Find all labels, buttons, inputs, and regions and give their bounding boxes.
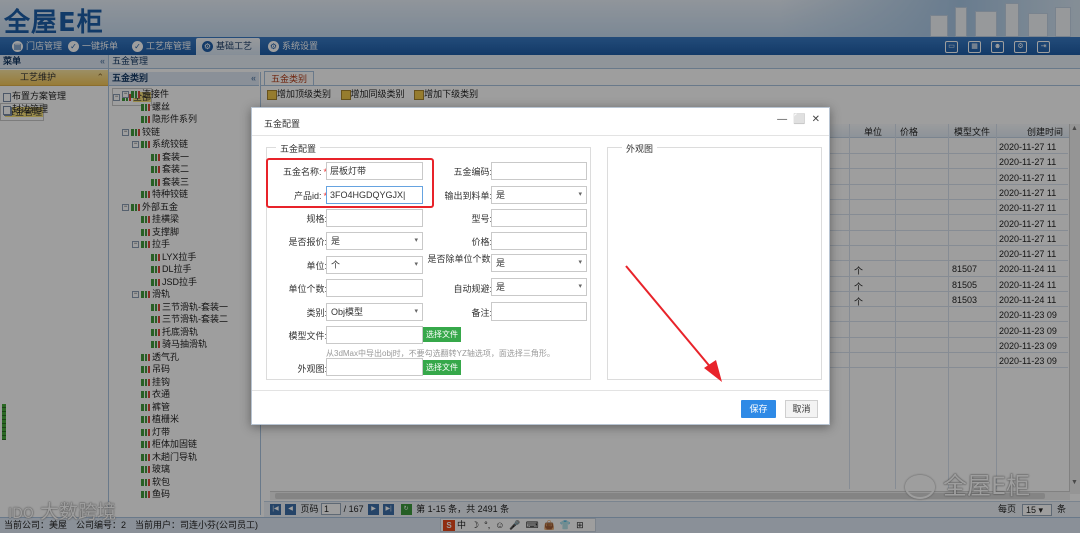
divide-unit-select[interactable]: 是 ▾ <box>491 254 587 272</box>
select-value: 是 <box>496 258 506 268</box>
close-icon[interactable]: ✕ <box>812 114 820 125</box>
select-value: 是 <box>331 236 341 246</box>
code-label: 五金编码: <box>453 167 492 177</box>
quote-label: 是否报价: <box>288 237 327 247</box>
code-input[interactable] <box>491 162 587 180</box>
output-label: 输出到料单: <box>444 191 492 201</box>
choose-model-file-button[interactable]: 选择文件 <box>423 327 461 342</box>
appearance-fieldset: 外观图 <box>607 142 822 380</box>
select-value: Obj模型 <box>331 307 364 317</box>
spec-label: 规格: <box>306 214 327 224</box>
save-button[interactable]: 保存 <box>741 400 776 418</box>
divide-unit-label: 是否除单位个数: <box>427 254 493 264</box>
chevron-down-icon: ▾ <box>414 308 418 315</box>
auto-avoid-select[interactable]: 是 ▾ <box>491 278 587 296</box>
price-input[interactable] <box>491 232 587 250</box>
hardware-config-dialog: 五金配置 —⬜✕ 五金配置 五金名称:* 层板灯带 五金编码: 产品id:* 3… <box>251 107 830 425</box>
model-input[interactable] <box>491 209 587 227</box>
dialog-controls: — ⬜ ✕ <box>771 114 820 125</box>
unit-label: 单位: <box>306 261 327 271</box>
type-label: 类别: <box>306 308 327 318</box>
select-value: 个 <box>331 260 341 270</box>
cancel-button[interactable]: 取消 <box>785 400 818 418</box>
select-value: 是 <box>496 190 506 200</box>
chevron-down-icon: ▾ <box>414 261 418 268</box>
fieldset-legend: 五金配置 <box>276 142 321 155</box>
unit-count-input[interactable] <box>326 279 423 297</box>
highlight-annotation <box>266 158 434 208</box>
quote-select[interactable]: 是 ▾ <box>326 232 423 250</box>
remark-textarea[interactable] <box>491 302 587 321</box>
price-label: 价格: <box>471 237 492 247</box>
chevron-down-icon: ▾ <box>414 237 418 244</box>
dialog-title: 五金配置 <box>264 119 301 129</box>
output-select[interactable]: 是 ▾ <box>491 186 587 204</box>
chevron-down-icon: ▾ <box>578 259 582 266</box>
appearance-label: 外观图: <box>297 364 327 374</box>
unit-count-label: 单位个数: <box>288 284 327 294</box>
maximize-icon[interactable]: ⬜ <box>793 114 805 125</box>
model-file-input[interactable] <box>326 326 423 344</box>
auto-avoid-label: 自动规避: <box>453 284 492 294</box>
divider <box>252 135 829 136</box>
select-value: 是 <box>496 282 506 292</box>
model-label: 型号: <box>471 214 492 224</box>
unit-select[interactable]: 个 ▾ <box>326 256 423 274</box>
divider <box>252 390 829 391</box>
choose-appearance-button[interactable]: 选择文件 <box>423 360 461 375</box>
chevron-down-icon: ▾ <box>578 283 582 290</box>
chevron-down-icon: ▾ <box>578 191 582 198</box>
minimize-icon[interactable]: — <box>777 114 787 125</box>
spec-input[interactable] <box>326 209 423 227</box>
model-file-label: 模型文件: <box>288 331 327 341</box>
remark-label: 备注: <box>471 308 492 318</box>
fieldset-legend: 外观图 <box>622 142 658 155</box>
appearance-input[interactable] <box>326 358 423 376</box>
type-select[interactable]: Obj模型 ▾ <box>326 303 423 321</box>
